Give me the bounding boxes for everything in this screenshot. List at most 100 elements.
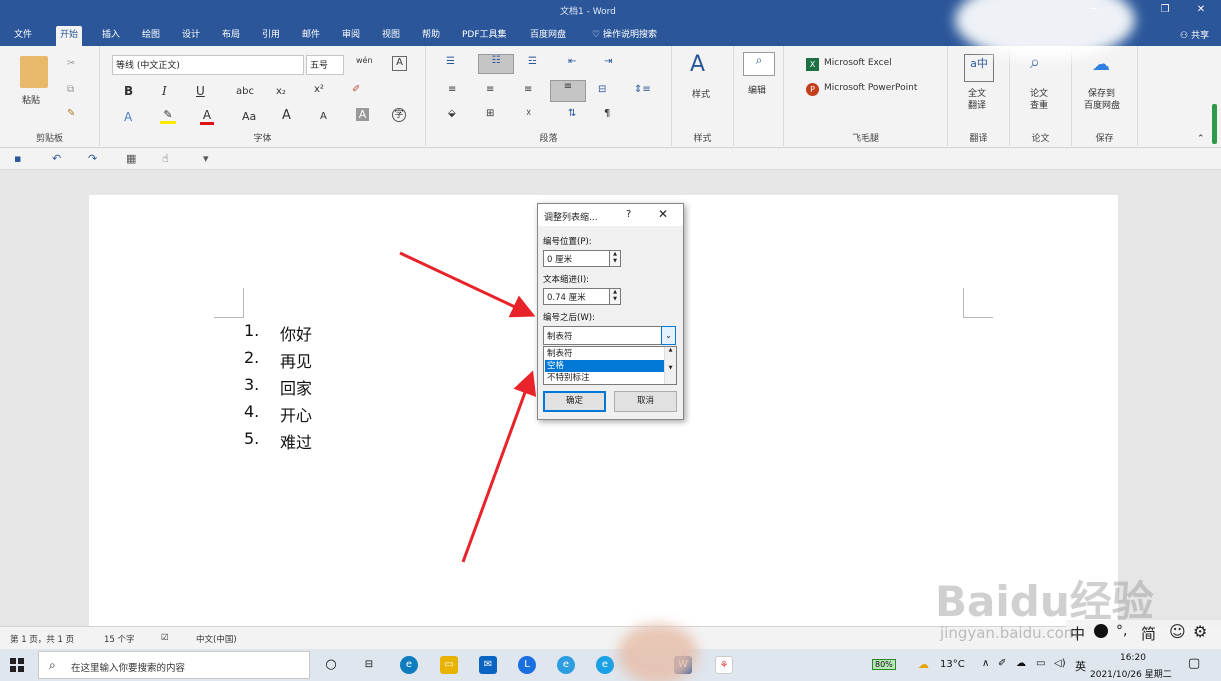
tab-references[interactable]: 引用 bbox=[258, 26, 284, 46]
strikethrough-button[interactable]: abc bbox=[236, 86, 254, 97]
sort-icon[interactable]: ⇅ bbox=[568, 108, 576, 119]
line-spacing-icon[interactable]: ⇕≡ bbox=[634, 84, 651, 95]
text-effects-icon[interactable]: A bbox=[124, 110, 132, 124]
scrollbar-thumb[interactable] bbox=[1212, 104, 1217, 144]
superscript-button[interactable]: x² bbox=[314, 84, 324, 95]
shading-icon[interactable]: ⬙ bbox=[448, 108, 456, 119]
close-window-icon[interactable]: ✕ bbox=[1186, 2, 1216, 18]
restore-icon[interactable]: ❐ bbox=[1150, 2, 1180, 18]
tab-layout[interactable]: 布局 bbox=[218, 26, 244, 46]
tab-help[interactable]: 帮助 bbox=[418, 26, 444, 46]
option-space[interactable]: 空格 bbox=[545, 360, 664, 372]
enclose-char-icon[interactable]: 字 bbox=[392, 108, 406, 122]
shrink-font-button[interactable]: A bbox=[320, 111, 327, 122]
language[interactable]: 中文(中国) bbox=[196, 633, 237, 645]
tab-design[interactable]: 设计 bbox=[178, 26, 204, 46]
ie-icon[interactable]: e bbox=[557, 656, 575, 674]
text-indent-input[interactable]: 0.74 厘米 ▲ ▼ bbox=[543, 288, 621, 305]
table-icon[interactable]: ▦ bbox=[126, 152, 136, 165]
char-border-icon[interactable]: A bbox=[392, 56, 407, 71]
widgets-icon[interactable]: ⊟ bbox=[360, 656, 378, 674]
increase-indent-icon[interactable]: ⇥ bbox=[604, 56, 612, 67]
paper-btn-line2[interactable]: 查重 bbox=[1030, 98, 1048, 111]
input-language[interactable]: 英 bbox=[1075, 658, 1086, 674]
save-icon[interactable]: ▪ bbox=[14, 152, 21, 165]
battery-indicator[interactable]: 80% bbox=[872, 659, 896, 670]
paste-button[interactable]: 粘贴 bbox=[22, 93, 40, 106]
justify-icon[interactable]: ≡ bbox=[550, 80, 586, 102]
browser-icon[interactable]: e bbox=[596, 656, 614, 674]
cancel-button[interactable]: 取消 bbox=[614, 391, 677, 412]
tray-chevron-icon[interactable]: ∧ bbox=[982, 658, 989, 669]
help-icon[interactable]: ? bbox=[626, 209, 631, 220]
proofing-icon[interactable]: ☑ bbox=[161, 633, 169, 643]
align-left-icon[interactable]: ≡ bbox=[448, 84, 456, 95]
numbering-icon[interactable]: ☷ bbox=[478, 54, 514, 74]
phonetic-guide-icon[interactable]: wén bbox=[356, 56, 373, 65]
number-position-input[interactable]: 0 厘米 ▲ ▼ bbox=[543, 250, 621, 267]
font-size-select[interactable]: 五号 bbox=[306, 55, 344, 75]
share-button[interactable]: ⚇ 共享 bbox=[1180, 28, 1209, 41]
dropdown-scrollbar[interactable]: ▲ ▼ bbox=[664, 347, 676, 384]
excel-button[interactable]: Microsoft Excel bbox=[824, 58, 892, 68]
weather-temp[interactable]: 13°C bbox=[940, 659, 965, 670]
change-case-button[interactable]: Aa bbox=[242, 110, 256, 123]
tab-review[interactable]: 审阅 bbox=[338, 26, 364, 46]
app-l-icon[interactable]: L bbox=[518, 656, 536, 674]
edge-icon[interactable]: e bbox=[400, 656, 418, 674]
borders-icon[interactable]: ⊞ bbox=[486, 108, 494, 119]
ok-button[interactable]: 确定 bbox=[543, 391, 606, 412]
tab-view[interactable]: 视图 bbox=[378, 26, 404, 46]
paste-icon[interactable] bbox=[20, 56, 48, 88]
align-center-icon[interactable]: ≡ bbox=[486, 84, 494, 95]
bold-button[interactable]: B bbox=[124, 84, 133, 98]
collapse-ribbon-icon[interactable]: ⌃ bbox=[1197, 134, 1205, 144]
format-painter-icon[interactable]: ✎ bbox=[67, 108, 75, 119]
multilevel-list-icon[interactable]: ☲ bbox=[528, 56, 537, 67]
battery-icon[interactable]: ▭ bbox=[1036, 658, 1045, 669]
char-shading-icon[interactable]: A bbox=[356, 108, 369, 121]
mail-icon[interactable]: ✉ bbox=[479, 656, 497, 674]
notification-icon[interactable]: ▢ bbox=[1188, 656, 1200, 671]
close-icon[interactable]: ✕ bbox=[658, 207, 668, 221]
show-marks-icon[interactable]: ¶ bbox=[604, 108, 610, 119]
touch-mode-icon[interactable]: ☝ bbox=[162, 152, 169, 165]
follow-number-select[interactable]: 制表符 ⌄ bbox=[543, 326, 676, 345]
taskbar-search[interactable]: ⌕ 在这里输入你要搜索的内容 bbox=[38, 651, 310, 679]
chinese-layout-icon[interactable]: ☓ bbox=[526, 108, 531, 119]
tab-pdf-tools[interactable]: PDF工具集 bbox=[458, 26, 511, 46]
font-name-select[interactable]: 等线 (中文正文) bbox=[112, 55, 304, 75]
tab-mailings[interactable]: 邮件 bbox=[298, 26, 324, 46]
styles-icon[interactable]: A bbox=[690, 52, 705, 77]
find-icon[interactable]: ⌕ bbox=[743, 52, 775, 76]
tab-file[interactable]: 文件 bbox=[10, 26, 36, 46]
editing-button[interactable]: 编辑 bbox=[748, 83, 766, 96]
option-tab[interactable]: 制表符 bbox=[545, 348, 664, 360]
network-icon[interactable]: ☁ bbox=[1016, 658, 1026, 669]
clock-date[interactable]: 2021/10/26 星期二 bbox=[1090, 667, 1172, 680]
tab-insert[interactable]: 插入 bbox=[98, 26, 124, 46]
distributed-icon[interactable]: ⊟ bbox=[598, 84, 606, 95]
customize-qat-icon[interactable]: ▾ bbox=[203, 152, 209, 165]
grow-font-button[interactable]: A bbox=[282, 108, 291, 123]
align-right-icon[interactable]: ≡ bbox=[524, 84, 532, 95]
clock-time[interactable]: 16:20 bbox=[1120, 653, 1146, 663]
page-count[interactable]: 第 1 页，共 1 页 bbox=[10, 633, 74, 645]
baidu-cloud-icon[interactable]: ☁ bbox=[1092, 54, 1110, 75]
tab-baidu-netdisk[interactable]: 百度网盘 bbox=[526, 26, 570, 46]
dialog-title-bar[interactable]: 调整列表缩... ? ✕ bbox=[538, 204, 683, 226]
volume-icon[interactable]: ◁) bbox=[1054, 658, 1066, 669]
tab-home[interactable]: 开始 bbox=[56, 26, 83, 46]
decrease-indent-icon[interactable]: ⇤ bbox=[568, 56, 576, 67]
cut-icon[interactable]: ✂ bbox=[67, 58, 75, 69]
copy-icon[interactable]: ⧉ bbox=[67, 84, 74, 95]
settings-gear-icon[interactable]: ⚙ bbox=[1193, 622, 1207, 641]
translate-icon[interactable]: a中 bbox=[964, 54, 994, 82]
word-count[interactable]: 15 个字 bbox=[104, 633, 135, 645]
translate-btn-line2[interactable]: 翻译 bbox=[968, 98, 986, 111]
styles-button[interactable]: 样式 bbox=[692, 87, 710, 100]
chevron-down-icon[interactable]: ⌄ bbox=[661, 326, 676, 345]
windows-start-icon[interactable] bbox=[10, 658, 24, 672]
option-nothing[interactable]: 不特别标注 bbox=[545, 372, 664, 384]
task-view-icon[interactable]: ○ bbox=[322, 656, 340, 674]
